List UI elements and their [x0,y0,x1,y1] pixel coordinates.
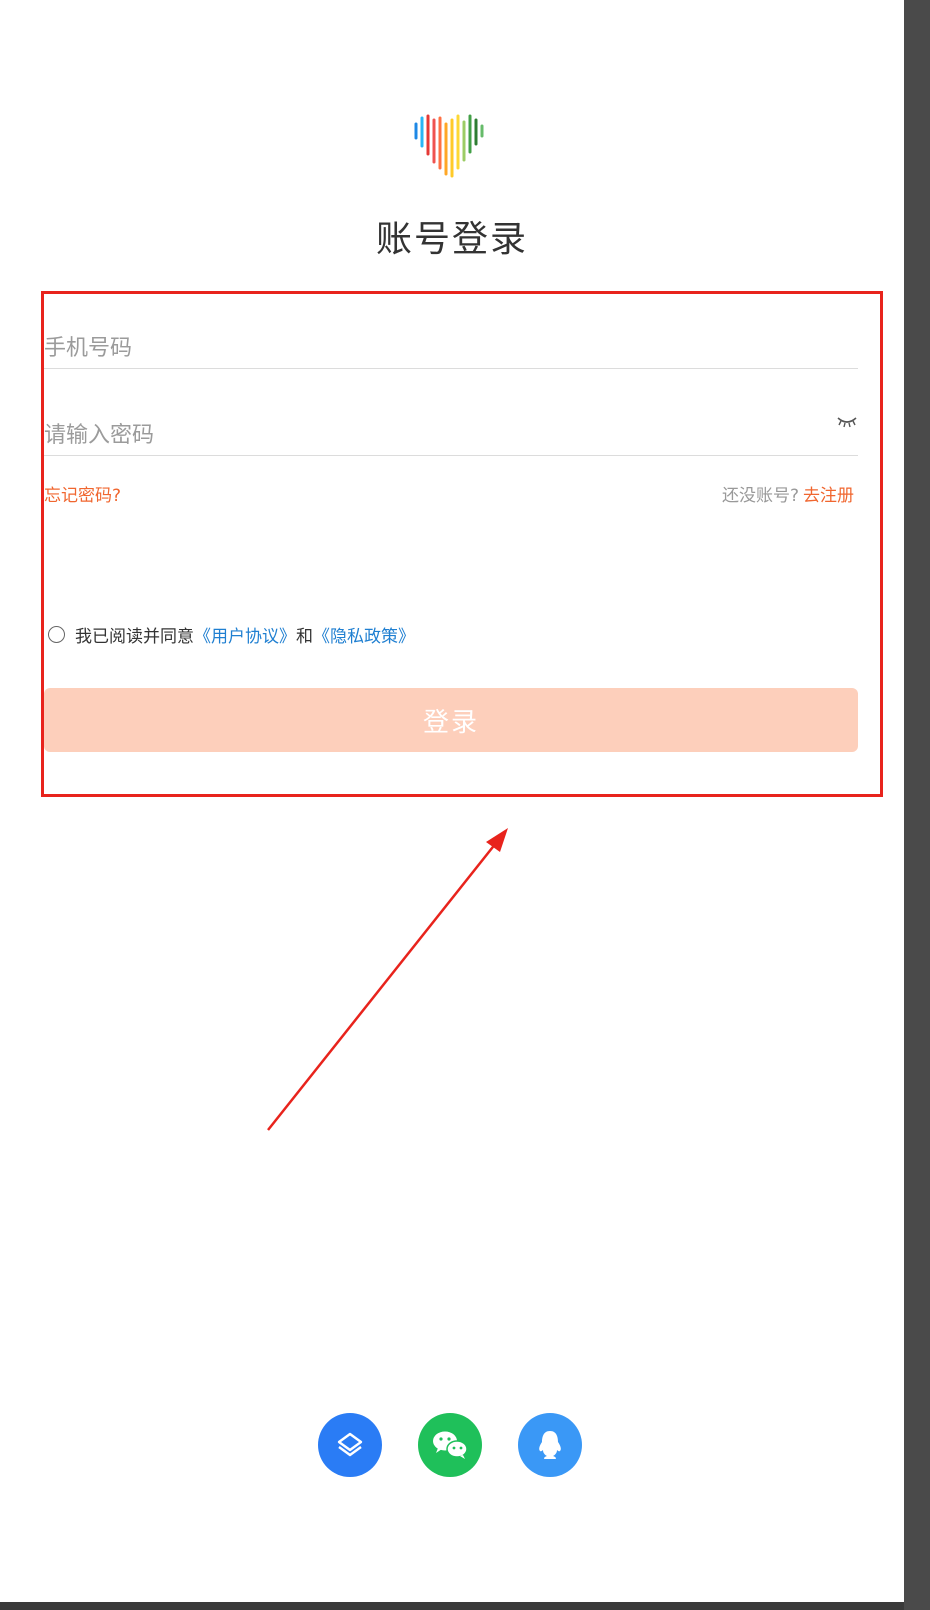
agree-prefix: 我已阅读并同意 [75,627,194,647]
register-link[interactable]: 去注册 [803,486,854,506]
annotation-arrow [267,828,508,1131]
phone-input[interactable]: 手机号码 [44,304,858,369]
privacy-policy-link[interactable]: 《隐私政策》 [313,622,415,647]
login-screen: 账号登录 手机号码 请输入密码 忘记密码? 还没账号? 去注册 我已阅读并同意 《… [0,0,904,1602]
wechat-login-button[interactable] [418,1413,482,1477]
no-account-label: 还没账号? [721,486,799,506]
wechat-icon [433,1431,468,1459]
heartbeat-logo-icon [414,114,484,178]
qq-icon [539,1431,561,1459]
window-edge [904,0,930,1610]
agree-radio[interactable] [48,626,65,643]
qq-login-button[interactable] [518,1413,582,1477]
phone-placeholder: 手机号码 [44,336,133,361]
no-account-row: 还没账号? 去注册 [722,481,854,506]
password-input[interactable]: 请输入密码 [44,391,858,456]
login-button[interactable]: 登录 [44,688,858,752]
agree-and: 和 [296,627,313,647]
eye-closed-icon[interactable] [836,415,858,429]
password-placeholder: 请输入密码 [44,423,155,448]
china-mobile-icon [337,1432,363,1457]
china-mobile-login-button[interactable] [318,1413,382,1477]
page-title: 账号登录 [375,219,528,260]
agreement-row: 我已阅读并同意 《用户协议》 和 《隐私政策》 [48,622,415,647]
user-agreement-link[interactable]: 《用户协议》 [194,622,296,647]
forgot-password-link[interactable]: 忘记密码? [44,481,121,506]
